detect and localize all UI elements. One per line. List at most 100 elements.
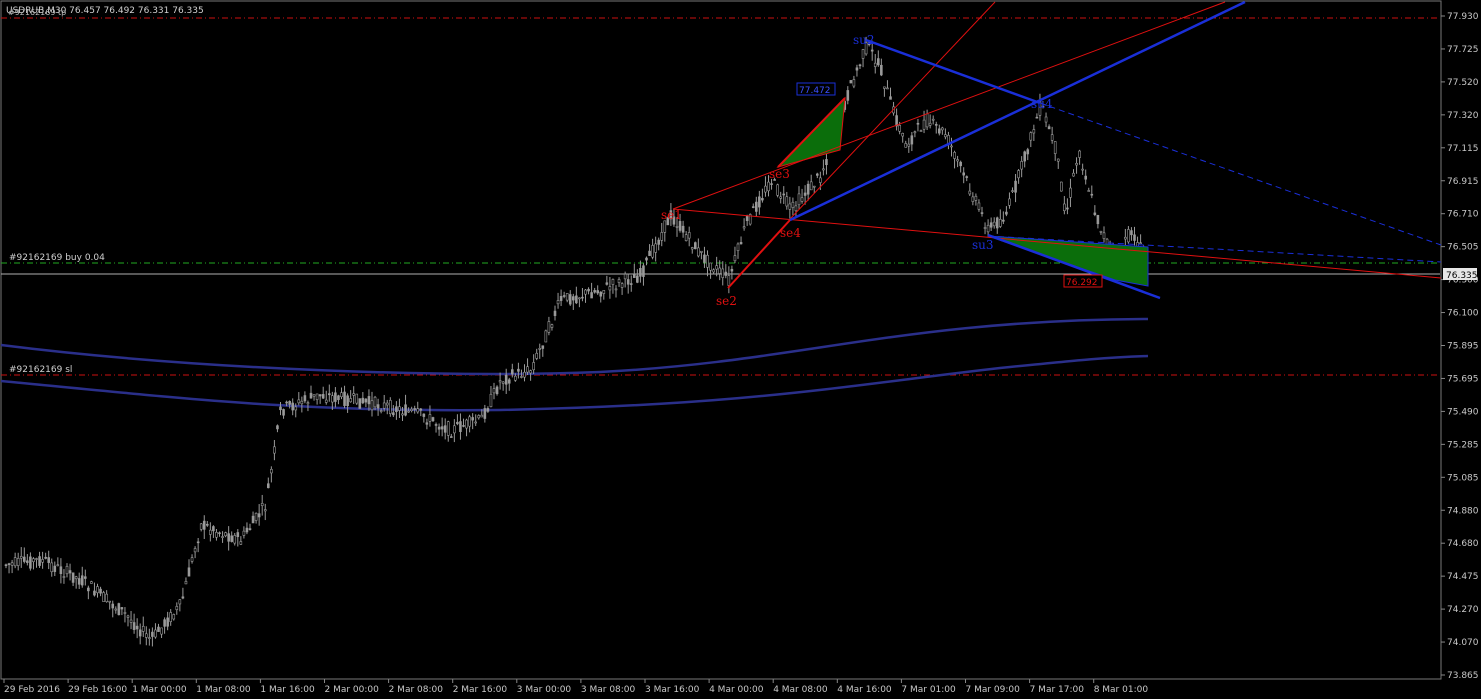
- candle-body: [782, 193, 786, 196]
- candle-body: [654, 243, 657, 253]
- candle-body: [529, 370, 532, 374]
- candle-body: [498, 380, 502, 383]
- price-tick-label: 74.270: [1447, 605, 1479, 615]
- candle-body: [1072, 172, 1075, 177]
- price-tick-label: 75.085: [1447, 473, 1479, 483]
- candle-body: [288, 401, 291, 405]
- candle-body: [1008, 198, 1011, 206]
- candle-body: [547, 321, 551, 333]
- candle-body: [26, 560, 29, 563]
- candle-body: [754, 201, 758, 212]
- candle-body: [196, 541, 200, 544]
- candle-body: [132, 622, 136, 630]
- candle-body: [736, 243, 740, 251]
- candle-body: [266, 483, 270, 489]
- candle-body: [407, 410, 410, 413]
- price-tick-label: 77.115: [1447, 144, 1479, 154]
- candle-body: [797, 193, 801, 206]
- candle-body: [459, 421, 462, 432]
- candle-body: [279, 406, 282, 411]
- price-tick-label: 75.490: [1447, 407, 1479, 417]
- sl-label: #92162169 sl: [9, 365, 72, 375]
- candle-body: [157, 626, 160, 632]
- candle-body: [282, 409, 285, 416]
- candle-body: [800, 197, 804, 202]
- candle-body: [471, 417, 474, 421]
- candle-body: [568, 294, 572, 305]
- price-tick-label: 76.100: [1447, 309, 1479, 319]
- label-se1: se1: [661, 208, 682, 222]
- candle-body: [404, 404, 407, 416]
- candle-body: [395, 406, 398, 413]
- candle-body: [209, 529, 212, 535]
- price-axis[interactable]: 77.930 77.725 77.520 77.320 77.115 76.915 76.7…: [1441, 12, 1479, 681]
- candle-body: [370, 400, 374, 411]
- candle-body: [218, 532, 221, 535]
- candle-body: [13, 557, 17, 567]
- price-chart[interactable]: se1 se2 se3 se4 su2 su3 su4 77.472 76.29…: [0, 0, 1481, 699]
- candle-body: [376, 404, 380, 409]
- candle-body: [883, 86, 886, 89]
- candle-body: [303, 395, 307, 402]
- candle-body: [120, 607, 124, 610]
- candle-body: [590, 292, 593, 299]
- candle-body: [968, 190, 972, 195]
- candle-body: [632, 273, 636, 278]
- candle-body: [1050, 134, 1054, 141]
- candle-body: [611, 279, 615, 285]
- candle-body: [629, 283, 633, 285]
- candle-body: [355, 393, 359, 404]
- candle-body: [745, 215, 749, 221]
- candle-body: [1056, 158, 1060, 162]
- candle-body: [617, 279, 621, 283]
- candle-body: [776, 184, 779, 196]
- candle-body: [90, 581, 93, 584]
- time-tick-label: 7 Mar 09:00: [966, 685, 1021, 695]
- candle-body: [620, 283, 624, 288]
- time-tick-label: 8 Mar 01:00: [1094, 685, 1149, 695]
- candle-body: [193, 548, 197, 553]
- candle-body: [129, 619, 133, 623]
- candle-body: [114, 608, 118, 611]
- candle-body: [10, 562, 14, 566]
- candle-body: [184, 581, 188, 585]
- candle-body: [1002, 219, 1005, 222]
- time-tick-label: 3 Mar 00:00: [517, 685, 572, 695]
- candle-body: [986, 224, 990, 233]
- candle-body: [71, 572, 75, 583]
- candle-body: [825, 159, 828, 166]
- candle-body: [593, 290, 596, 293]
- candle-body: [453, 425, 456, 434]
- price-tick-label: 75.285: [1447, 440, 1479, 450]
- candle-body: [1102, 232, 1106, 239]
- time-tick-label: 4 Mar 16:00: [837, 685, 892, 695]
- candle-body: [382, 402, 386, 409]
- candle-body: [1078, 150, 1081, 158]
- time-tick-label: 2 Mar 08:00: [389, 685, 444, 695]
- candle-body: [178, 599, 182, 605]
- candle-body: [550, 324, 554, 328]
- price-tick-label: 74.680: [1447, 539, 1479, 549]
- candle-body: [172, 614, 176, 620]
- candle-body: [636, 275, 639, 283]
- time-axis[interactable]: 29 Feb 2016 29 Feb 16:00 1 Mar 00:00 1 Mar …: [3, 679, 1149, 695]
- candle-body: [224, 532, 227, 537]
- candle-body: [474, 421, 478, 424]
- candle-body: [80, 575, 84, 586]
- candle-body: [913, 131, 917, 134]
- label-su4: su4: [1031, 97, 1053, 111]
- candle-body: [910, 135, 914, 145]
- candle-body: [1060, 181, 1063, 192]
- candle-body: [349, 398, 352, 403]
- candle-body: [724, 271, 728, 276]
- candle-body: [727, 275, 731, 286]
- candle-body: [645, 257, 648, 261]
- candle-body: [657, 239, 661, 245]
- candle-body: [712, 269, 715, 273]
- candle-body: [578, 297, 581, 300]
- candle-body: [358, 398, 362, 409]
- candle-body: [931, 118, 935, 121]
- candle-body: [538, 348, 542, 350]
- candle-body: [117, 603, 121, 616]
- candle-body: [297, 399, 301, 404]
